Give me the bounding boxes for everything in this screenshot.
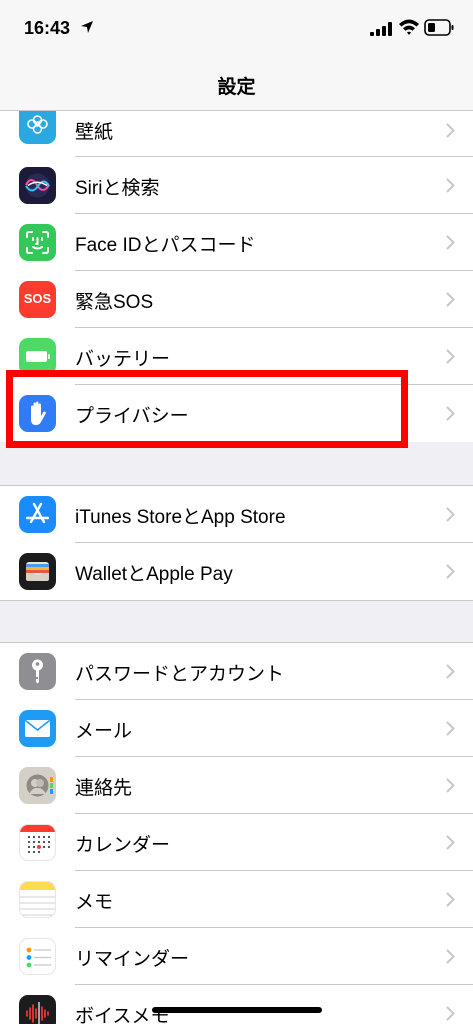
settings-row-contacts[interactable]: 連絡先 [0,757,473,814]
navigation-bar: 設定 [0,60,473,111]
status-time: 16:43 [24,18,71,38]
settings-row-notes[interactable]: メモ [0,871,473,928]
settings-row-siri[interactable]: Siriと検索 [0,157,473,214]
settings-row-wallet-apple-pay[interactable]: WalletとApple Pay [0,543,473,600]
settings-row-voice-memos[interactable]: ボイスメモ [0,985,473,1024]
notes-icon [19,881,56,918]
chevron-right-icon [446,123,455,138]
highlight-box [6,370,408,448]
page-title: 設定 [217,76,256,98]
settings-row-mail[interactable]: メール [0,700,473,757]
chevron-right-icon [446,778,455,793]
contacts-icon [19,767,56,804]
app-store-icon [19,496,56,533]
chevron-right-icon [446,507,455,522]
settings-row-label: メモ [75,892,114,913]
chevron-right-icon [446,349,455,364]
settings-row-calendar[interactable]: カレンダー [0,814,473,871]
settings-row-wallpaper[interactable]: 壁紙 [0,111,473,157]
settings-row-label: 連絡先 [75,778,133,799]
chevron-right-icon [446,406,455,421]
chevron-right-icon [446,564,455,579]
voice-memos-icon [19,995,56,1024]
settings-row-faceid[interactable]: Face IDとパスコード [0,214,473,271]
wallpaper-icon [19,111,56,144]
cellular-signal-icon [370,22,392,36]
wallet-icon [19,553,56,590]
settings-row-label: バッテリー [75,349,171,370]
chevron-right-icon [446,892,455,907]
home-indicator [152,1007,322,1013]
settings-row-label: カレンダー [75,835,171,856]
reminders-icon [19,938,56,975]
settings-row-label: WalletとApple Pay [75,564,233,585]
settings-group-3: パスワードとアカウント メール 連絡先 カレンダー メモ リマインダー ボイスメ… [0,642,473,1024]
wifi-icon [399,19,419,35]
settings-row-label: メール [75,721,133,742]
siri-icon [19,167,56,204]
key-icon [19,653,56,690]
chevron-right-icon [446,178,455,193]
settings-group-2: iTunes StoreとApp Store WalletとApple Pay [0,485,473,601]
chevron-right-icon [446,664,455,679]
settings-row-label: Siriと検索 [75,178,160,199]
sos-icon: SOS [19,281,56,318]
chevron-right-icon [446,835,455,850]
settings-row-label: 緊急SOS [75,292,154,313]
chevron-right-icon [446,721,455,736]
settings-row-passwords-accounts[interactable]: パスワードとアカウント [0,643,473,700]
chevron-right-icon [446,292,455,307]
sos-icon-text: SOS [23,291,52,306]
chevron-right-icon [446,949,455,964]
settings-row-emergency-sos[interactable]: SOS 緊急SOS [0,271,473,328]
chevron-right-icon [446,235,455,250]
location-arrow-icon [81,21,93,33]
settings-row-label: リマインダー [75,949,190,970]
mail-icon [19,710,56,747]
status-bar: 16:43 [0,0,473,60]
settings-row-label: 壁紙 [75,122,114,143]
settings-row-label: iTunes StoreとApp Store [75,507,286,528]
settings-row-reminders[interactable]: リマインダー [0,928,473,985]
faceid-icon [19,224,56,261]
chevron-right-icon [446,1006,455,1021]
settings-row-label: パスワードとアカウント [75,664,285,685]
settings-row-itunes-app-store[interactable]: iTunes StoreとApp Store [0,486,473,543]
battery-status-icon [424,19,454,36]
calendar-icon [19,824,56,861]
settings-row-label: Face IDとパスコード [75,235,256,256]
